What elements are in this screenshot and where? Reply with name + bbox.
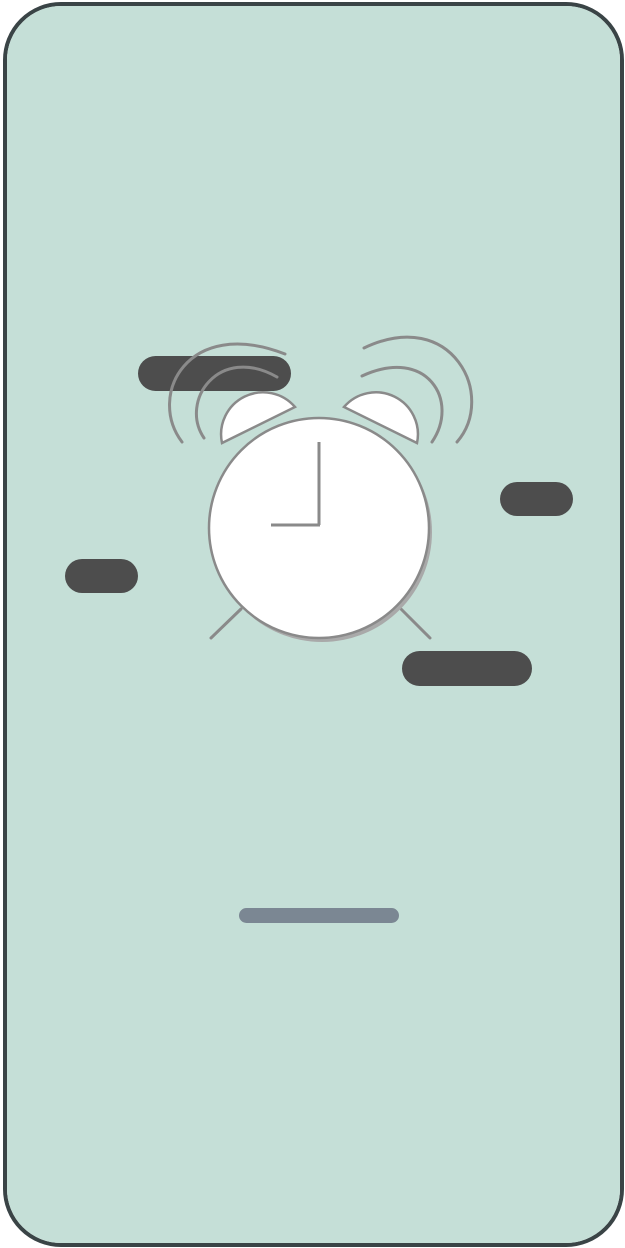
progress-indicator — [239, 908, 399, 923]
placeholder-pill-left — [65, 559, 138, 593]
placeholder-pill-bottom-right — [402, 651, 532, 686]
placeholder-pill-right — [500, 482, 573, 516]
onboarding-illustration — [7, 6, 620, 1243]
phone-screen — [3, 2, 624, 1247]
